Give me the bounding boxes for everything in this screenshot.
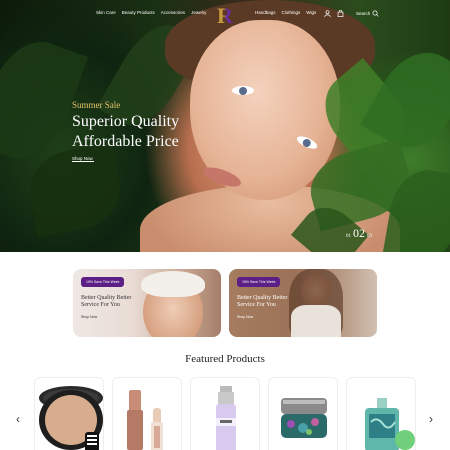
carousel-next-button[interactable]: › [425,412,437,426]
spray-bottle-image [216,386,236,450]
promo-card-skincare[interactable]: 15% Save This Week Better Quality Better… [73,269,221,337]
hero-headline-line2: Affordable Price [72,133,179,150]
product-card-spray-bottle[interactable] [190,377,260,450]
nav-link-skin-care[interactable]: Skin Care [96,10,116,15]
brand-logo[interactable]: R [212,4,238,28]
product-card-eye-cream[interactable] [268,377,338,450]
hero-text-block: Summer Sale Superior Quality Affordable … [72,100,179,162]
featured-products-title: Featured Products [185,353,265,365]
slide-prefix: 01 [346,234,351,239]
nav-link-handbags[interactable]: Handbags [255,10,276,15]
page: Skin Care Beauty Products Accessories Je… [0,0,450,450]
search-label[interactable]: Search [356,11,370,16]
perfume-bottle-image [365,398,415,450]
nav-link-accessories[interactable]: Accessories [161,10,185,15]
sale-badge [395,430,415,450]
model-top [291,305,341,337]
nav-link-jewelry[interactable]: Jewelry [191,10,206,15]
promo-badge: 15% Save This Week [81,277,125,287]
nav-link-wigs[interactable]: Wigs [306,10,316,15]
promo-badge: 15% Save This Week [237,277,281,287]
slide-total: 03 [367,234,372,239]
carousel-prev-button[interactable]: ‹ [12,412,24,426]
promo-title: Better Quality Better Service For You [237,295,297,309]
eye-cream-jar-image [281,398,327,438]
slide-current: 02 [353,226,365,240]
slide-counter: 01 02 03 [346,226,372,241]
eye [232,86,254,95]
nav-left-menu: Skin Care Beauty Products Accessories Je… [96,10,206,15]
hero-banner: Skin Care Beauty Products Accessories Je… [0,0,450,252]
promo-title-line2: Service For You [81,302,120,308]
nav-link-beauty-products[interactable]: Beauty Products [122,10,155,15]
product-card-lip-oil[interactable] [112,377,182,450]
nav-link-clothings[interactable]: Clothings [282,10,301,15]
top-navbar: Skin Care Beauty Products Accessories Je… [0,0,450,30]
promo-shop-link[interactable]: Shop Now [81,315,97,319]
hair-towel [141,271,205,297]
user-icon[interactable] [324,10,331,17]
product-card-perfume[interactable] [346,377,416,450]
hero-tagline: Summer Sale [72,100,121,110]
search-icon[interactable] [372,10,379,17]
bag-icon[interactable] [337,10,344,17]
promo-title-line2: Service For You [237,302,276,308]
promo-title-line1: Better Quality Better [237,295,288,301]
nav-right-menu: Handbags Clothings Wigs [255,10,316,15]
hero-headline-line1: Superior Quality [72,113,180,130]
compact-powder-image [39,386,103,450]
promo-card-fashion[interactable]: 15% Save This Week Better Quality Better… [229,269,377,337]
promo-title-line1: Better Quality Better [81,295,132,301]
lip-oil-image [127,390,163,450]
product-card-compact-powder[interactable] [34,377,104,450]
hero-shop-now-link[interactable]: Shop Now [72,156,94,162]
promo-shop-link[interactable]: Shop Now [237,315,253,319]
promo-title: Better Quality Better Service For You [81,295,141,309]
